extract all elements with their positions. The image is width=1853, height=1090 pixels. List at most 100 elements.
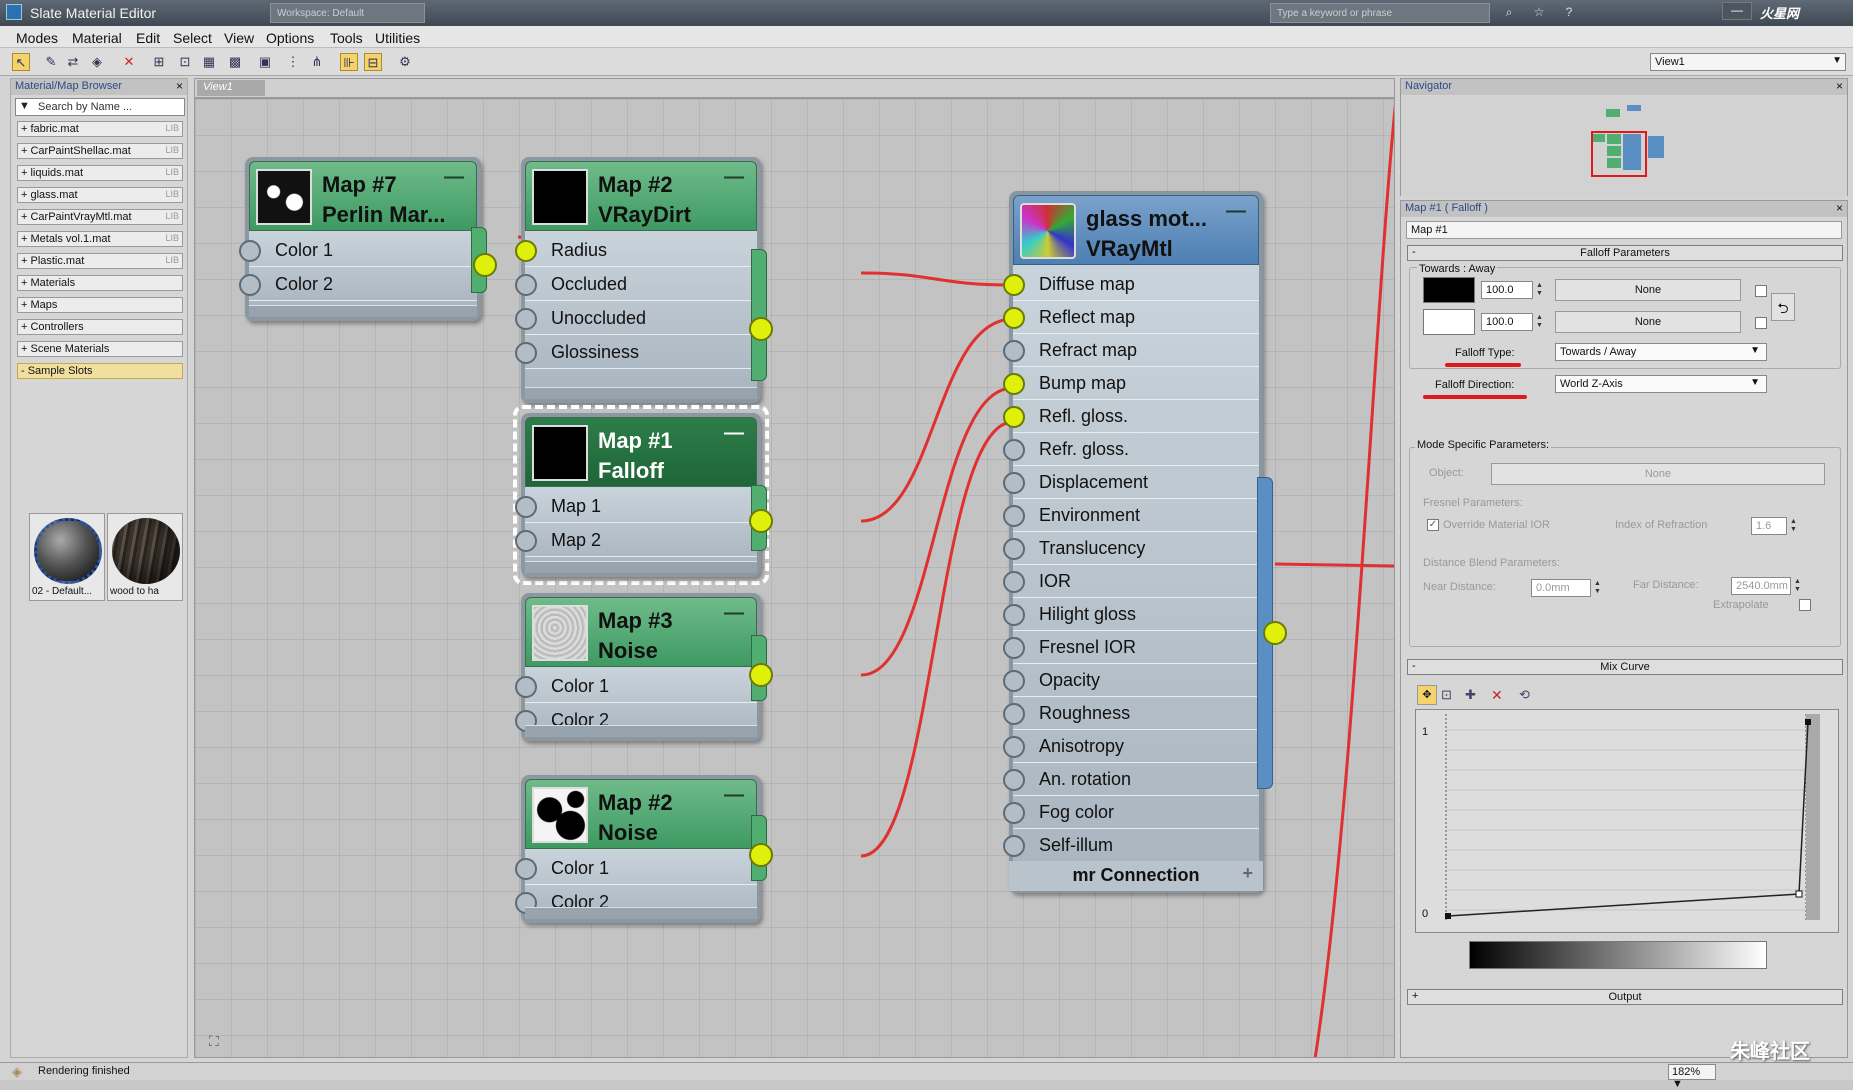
delete-point-icon[interactable]: ✕: [1491, 687, 1503, 704]
falloff-direction-dropdown[interactable]: World Z-Axis ▼: [1555, 375, 1767, 393]
assign-material-icon[interactable]: ◈: [88, 53, 106, 71]
input-socket-connected[interactable]: [1003, 274, 1025, 296]
select-tool-icon[interactable]: ↖: [12, 53, 30, 71]
input-socket[interactable]: [1003, 637, 1025, 659]
library-item[interactable]: + Controllers: [17, 319, 183, 335]
show-map-icon[interactable]: ▣: [256, 53, 274, 71]
node-header[interactable]: glass mot... VRayMtl —: [1013, 195, 1259, 265]
object-pick-button[interactable]: None: [1491, 463, 1825, 485]
input-socket[interactable]: [1003, 472, 1025, 494]
input-socket[interactable]: [1003, 703, 1025, 725]
graph-icon[interactable]: ⛶: [209, 1033, 219, 1050]
near-distance-spinner[interactable]: 0.0mm ▲ ▼: [1531, 579, 1601, 597]
map-toggle-1[interactable]: [1755, 285, 1767, 297]
output-socket[interactable]: [473, 253, 497, 277]
input-socket-connected[interactable]: [1003, 307, 1025, 329]
output-rollout[interactable]: + Output: [1407, 989, 1843, 1005]
library-item[interactable]: + Plastic.mat LIB: [17, 253, 183, 269]
extrapolate-checkbox[interactable]: [1799, 599, 1811, 611]
node-header[interactable]: Map #2 Noise —: [525, 779, 757, 849]
menu-tools[interactable]: Tools: [330, 30, 363, 46]
menu-view[interactable]: View: [224, 30, 254, 46]
delete-icon[interactable]: ✕: [120, 53, 138, 71]
minimize-button[interactable]: —: [1722, 2, 1752, 20]
input-socket[interactable]: [1003, 604, 1025, 626]
library-item[interactable]: + Scene Materials: [17, 341, 183, 357]
library-item[interactable]: + CarPaintShellac.mat LIB: [17, 143, 183, 159]
put-to-scene-icon[interactable]: ⇄: [64, 53, 82, 71]
input-socket[interactable]: [515, 530, 537, 552]
falloff-rollout[interactable]: - Falloff Parameters: [1407, 245, 1843, 261]
menu-utilities[interactable]: Utilities: [375, 30, 420, 46]
reset-curve-icon[interactable]: ⟲: [1519, 687, 1530, 703]
input-socket[interactable]: [1003, 538, 1025, 560]
close-icon[interactable]: ×: [176, 79, 183, 93]
eyedropper-icon[interactable]: ✎: [42, 53, 60, 71]
node-header[interactable]: Map #2 VRayDirt —: [525, 161, 757, 231]
collapse-icon[interactable]: —: [724, 166, 744, 189]
input-socket[interactable]: [1003, 670, 1025, 692]
override-ior-checkbox[interactable]: ✓: [1427, 519, 1439, 531]
amount-spinner-1[interactable]: 100.0 ▲ ▼: [1481, 281, 1543, 299]
close-icon[interactable]: ×: [1836, 79, 1843, 93]
swap-colors-button[interactable]: ⮌: [1771, 293, 1795, 321]
zoom-field[interactable]: 182% ▼: [1668, 1064, 1716, 1090]
navigator-minimap[interactable]: [1401, 96, 1847, 196]
output-socket[interactable]: [749, 843, 773, 867]
input-socket-connected[interactable]: [1003, 373, 1025, 395]
move-point-icon[interactable]: ✥: [1417, 685, 1437, 705]
input-socket[interactable]: [1003, 505, 1025, 527]
library-item[interactable]: + Maps: [17, 297, 183, 313]
search-node-icon[interactable]: ⚙: [396, 53, 414, 71]
collapse-icon[interactable]: —: [724, 784, 744, 807]
menu-material[interactable]: Material: [72, 30, 122, 46]
sample-slot[interactable]: 02 - Default...: [29, 513, 105, 601]
output-socket[interactable]: [1263, 621, 1287, 645]
node-header[interactable]: Map #1 Falloff —: [525, 417, 757, 487]
library-item[interactable]: + liquids.mat LIB: [17, 165, 183, 181]
library-item[interactable]: + glass.mat LIB: [17, 187, 183, 203]
input-socket[interactable]: [1003, 439, 1025, 461]
node-map3-noise[interactable]: Map #3 Noise — Color 1 Color 2: [515, 593, 773, 741]
star-icon[interactable]: ☆: [1530, 5, 1548, 21]
node-map1-falloff[interactable]: Map #1 Falloff — Map 1 Map 2: [513, 405, 773, 585]
move-children-icon[interactable]: ⊞: [150, 53, 168, 71]
node-header[interactable]: Map #7 Perlin Mar... —: [249, 161, 477, 231]
input-socket[interactable]: [515, 342, 537, 364]
navigator-viewport-frame[interactable]: [1591, 131, 1647, 177]
input-socket[interactable]: [1003, 736, 1025, 758]
collapse-icon[interactable]: —: [1226, 200, 1246, 223]
input-socket[interactable]: [1003, 571, 1025, 593]
collapse-icon[interactable]: —: [724, 422, 744, 445]
input-socket[interactable]: [515, 274, 537, 296]
ior-spinner[interactable]: 1.6 ▲ ▼: [1751, 517, 1797, 535]
map-button-2[interactable]: None: [1555, 311, 1741, 333]
node-map2-vraydirt[interactable]: Map #2 VRayDirt — Radius Occluded Unoccl…: [515, 157, 773, 403]
output-socket[interactable]: [749, 509, 773, 533]
input-socket-connected[interactable]: [515, 240, 537, 262]
input-socket[interactable]: [239, 274, 261, 296]
map-name-field[interactable]: Map #1: [1406, 221, 1842, 239]
input-socket[interactable]: [239, 240, 261, 262]
node-map7-perlin[interactable]: Map #7 Perlin Mar... — Color 1 Color 2: [239, 157, 497, 321]
node-canvas[interactable]: Map #7 Perlin Mar... — Color 1 Color 2 M…: [194, 98, 1395, 1058]
workspace-field[interactable]: Workspace: Default: [270, 3, 425, 23]
library-item[interactable]: + Metals vol.1.mat LIB: [17, 231, 183, 247]
map-button-1[interactable]: None: [1555, 279, 1741, 301]
view-select[interactable]: View1 ▼: [1650, 53, 1846, 71]
close-icon[interactable]: ×: [1836, 201, 1843, 215]
nav-toggle-icon[interactable]: ⊟: [364, 53, 382, 71]
browser-search-input[interactable]: ▼ Search by Name ...: [15, 98, 185, 116]
input-socket[interactable]: [515, 858, 537, 880]
collapse-icon[interactable]: —: [444, 166, 464, 189]
output-socket[interactable]: [749, 663, 773, 687]
params-toggle-icon[interactable]: ⊪: [340, 53, 358, 71]
map-toggle-2[interactable]: [1755, 317, 1767, 329]
far-distance-spinner[interactable]: 2540.0mm ▲ ▼: [1731, 577, 1801, 595]
library-item[interactable]: - Sample Slots: [17, 363, 183, 379]
tab-view1[interactable]: View1: [197, 80, 265, 96]
input-socket[interactable]: [515, 496, 537, 518]
input-socket[interactable]: [515, 308, 537, 330]
input-socket[interactable]: [1003, 340, 1025, 362]
input-socket[interactable]: [515, 676, 537, 698]
